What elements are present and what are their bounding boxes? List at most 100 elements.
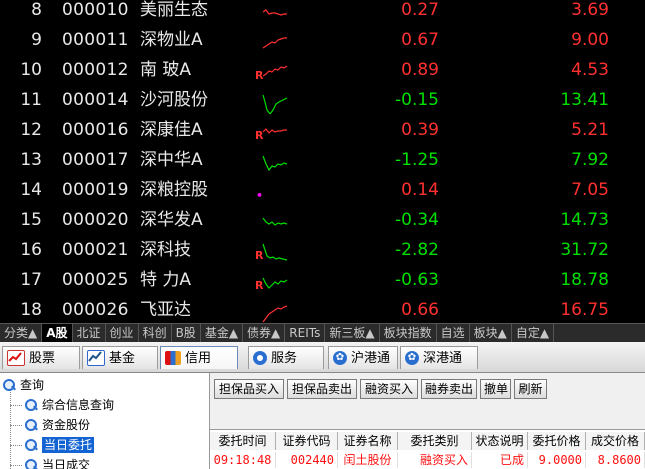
market-tab[interactable]: 基金▲	[201, 324, 244, 343]
quote-row[interactable]: 12 000016 深康佳A R 0.39 5.21	[0, 118, 645, 148]
query-tree: 查询 综合信息查询 资金股份 当日委托 当日成交	[0, 373, 210, 469]
quote-list: 8 000010 美丽生态 0.27 3.69 9 000011 深物业A 0.67 9.00 10…	[0, 0, 645, 323]
market-tab[interactable]: 债券▲	[243, 324, 286, 343]
cell-status[interactable]: 已成	[472, 452, 528, 468]
stock-code: 000019	[62, 180, 129, 200]
cell-security-name[interactable]: 闰土股份	[338, 452, 398, 468]
intraday-sparkline	[262, 243, 288, 261]
quote-row[interactable]: 10 000012 南 玻A R 0.89 4.53	[0, 58, 645, 88]
intraday-sparkline	[262, 65, 288, 77]
cell-order-price[interactable]: 9.0000	[528, 452, 586, 468]
cell-order-time[interactable]: 09:18:48	[210, 452, 276, 468]
quote-row[interactable]: 9 000011 深物业A 0.67 9.00	[0, 28, 645, 58]
row-index: 13	[20, 150, 42, 170]
quote-row[interactable]: 18 000026 飞亚达 0.66 16.75	[0, 298, 645, 323]
quote-row[interactable]: 11 000014 沙河股份 -0.15 13.41	[0, 88, 645, 118]
tree-root-query[interactable]: 查询	[2, 377, 44, 393]
tab-hk-sh-connect[interactable]: ✿ 沪港通	[328, 346, 398, 369]
stock-code: 000010	[62, 0, 129, 20]
market-tab[interactable]: 科创	[139, 324, 172, 343]
stock-name: 沙河股份	[140, 90, 208, 110]
column-header[interactable]: 委托价格	[528, 432, 586, 450]
cancel-order-button[interactable]: 撤单	[480, 379, 511, 399]
column-header[interactable]: 证券代码	[276, 432, 338, 450]
row-index: 16	[20, 240, 42, 260]
market-tab[interactable]: A股	[42, 324, 73, 343]
tree-item-label: 当日成交	[42, 458, 91, 469]
market-tab[interactable]: 自选	[437, 324, 470, 343]
market-tab-bar: 分类▲ A股 北证 创业 科创 B股 基金▲ 债券▲ REITs 新三板▲ 板块指数 自选 板块▲ 自定▲	[0, 323, 645, 343]
tab-fund-label: 基金	[109, 350, 136, 366]
tree-item-label: 资金股份	[42, 418, 91, 432]
price-change: 0.39	[401, 120, 439, 140]
market-tab[interactable]: 分类▲	[0, 324, 43, 343]
tab-credit[interactable]: 信用	[160, 346, 238, 369]
tab-credit-label: 信用	[185, 350, 212, 366]
row-index: 17	[20, 270, 42, 290]
intraday-sparkline	[262, 9, 287, 16]
row-index: 11	[20, 90, 42, 110]
tab-hk-sz-connect[interactable]: ✿ 深港通	[400, 346, 478, 369]
market-tab[interactable]: B股	[172, 324, 201, 343]
column-header[interactable]: 成交价格	[586, 432, 645, 450]
cell-trade-price[interactable]: 8.8600	[586, 452, 645, 468]
function-tab-bar: 股票 基金 信用 服务 ✿ 沪港通 ✿ 深港通	[0, 342, 645, 373]
column-header[interactable]: 委托类别	[398, 432, 472, 450]
last-price: 7.92	[571, 150, 609, 170]
margin-buy-button[interactable]: 融资买入	[360, 379, 418, 399]
tree-item-today-trades[interactable]: 当日成交	[24, 457, 90, 469]
tree-item-funds-holdings[interactable]: 资金股份	[24, 417, 90, 433]
column-header[interactable]: 证券名称	[338, 432, 398, 450]
stock-name: 深华发A	[140, 210, 203, 230]
sparkline-path	[262, 65, 288, 77]
price-change: 0.66	[401, 300, 439, 320]
quote-row[interactable]: 16 000021 深科技 R -2.82 31.72	[0, 238, 645, 268]
short-sell-button[interactable]: 融券卖出	[421, 379, 477, 399]
market-tab[interactable]: 新三板▲	[325, 324, 380, 343]
tab-stock[interactable]: 股票	[2, 346, 80, 369]
refresh-button[interactable]: 刷新	[514, 379, 547, 399]
row-index: 10	[20, 60, 42, 80]
market-tab[interactable]: 板块▲	[470, 324, 512, 343]
stock-name: 特 力A	[140, 270, 192, 290]
last-price: 7.05	[571, 180, 609, 200]
credit-icon	[165, 351, 181, 365]
market-tab[interactable]: 板块指数	[380, 324, 437, 343]
sparkline-path	[262, 128, 287, 134]
tab-fund[interactable]: 基金	[82, 346, 158, 369]
market-tab[interactable]: 创业	[106, 324, 139, 343]
sparkline-path	[262, 94, 288, 114]
tab-hk-sz-connect-label: 深港通	[423, 350, 463, 366]
row-index: 15	[20, 210, 42, 230]
column-header[interactable]: 委托时间	[210, 432, 276, 450]
market-tab[interactable]: 北证	[73, 324, 106, 343]
market-tab[interactable]: REITs	[285, 324, 326, 343]
tree-connector	[10, 405, 22, 406]
stock-name: 深康佳A	[140, 120, 203, 140]
price-change: -1.25	[395, 150, 439, 170]
quote-row[interactable]: 8 000010 美丽生态 0.27 3.69	[0, 0, 645, 28]
tree-item-today-orders[interactable]: 当日委托	[24, 437, 95, 453]
quote-row[interactable]: 15 000020 深华发A -0.34 14.73	[0, 208, 645, 238]
stock-code: 000016	[62, 120, 129, 140]
tree-item-summary-query[interactable]: 综合信息查询	[24, 397, 114, 413]
stock-code: 000026	[62, 300, 129, 320]
tab-hk-sh-connect-label: 沪港通	[351, 350, 391, 366]
collateral-sell-button[interactable]: 担保品卖出	[287, 379, 357, 399]
cell-order-type[interactable]: 融资买入	[398, 452, 472, 468]
orders-table: 委托时间 证券代码 证券名称 委托类别 状态说明 委托价格 成交价格 09:18…	[210, 429, 645, 469]
last-price: 9.00	[571, 30, 609, 50]
collateral-buy-button[interactable]: 担保品买入	[214, 379, 284, 399]
quote-row[interactable]: 14 000019 深粮控股 • 0.14 7.05	[0, 178, 645, 208]
intraday-sparkline	[262, 128, 287, 134]
price-change: -2.82	[395, 240, 439, 260]
quote-row[interactable]: 17 000025 特 力A R -0.63 18.78	[0, 268, 645, 298]
column-header[interactable]: 状态说明	[472, 432, 528, 450]
market-tab[interactable]: 自定▲	[512, 324, 555, 343]
tab-service[interactable]: 服务	[248, 346, 324, 369]
quote-row[interactable]: 13 000017 深中华A -1.25 7.92	[0, 148, 645, 178]
cell-security-code[interactable]: 002440	[276, 452, 338, 468]
order-panel: 担保品买入 担保品卖出 融资买入 融券卖出 撤单 刷新 委托时间 证券代码 证券…	[210, 373, 645, 469]
tree-item-label: 综合信息查询	[42, 398, 115, 412]
hk-sh-connect-icon: ✿	[333, 351, 347, 365]
